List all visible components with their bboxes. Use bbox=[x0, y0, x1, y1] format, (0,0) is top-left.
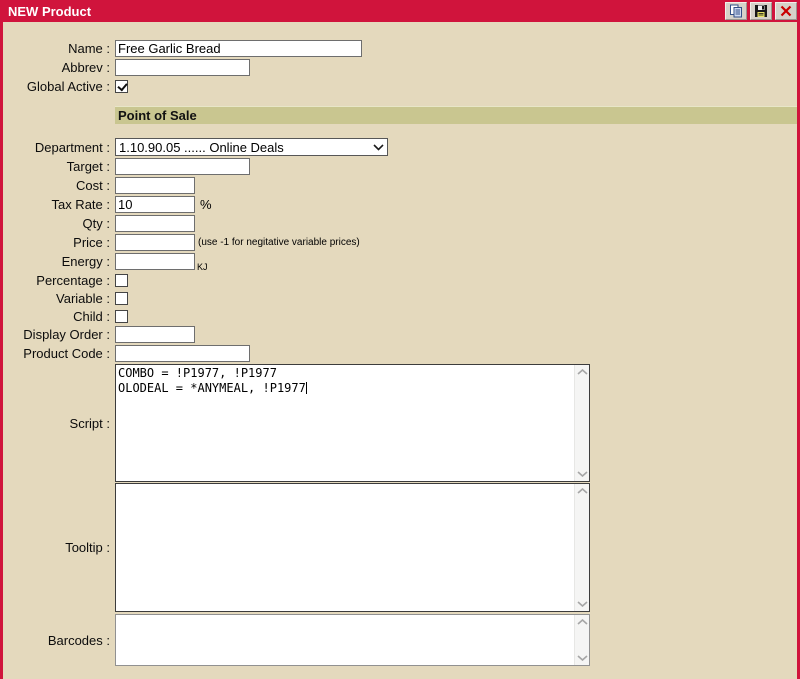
price-input[interactable] bbox=[115, 234, 195, 251]
form-content: Name : Abbrev : Global Active : Point of… bbox=[0, 22, 800, 679]
cost-label: Cost : bbox=[3, 178, 110, 193]
save-icon bbox=[754, 4, 768, 18]
abbrev-input[interactable] bbox=[115, 59, 250, 76]
target-input[interactable] bbox=[115, 158, 250, 175]
department-selected-value: 1.10.90.05 ...... Online Deals bbox=[119, 140, 373, 155]
global-active-checkbox[interactable] bbox=[115, 80, 128, 93]
child-checkbox[interactable] bbox=[115, 310, 128, 323]
tax-rate-label: Tax Rate : bbox=[3, 197, 110, 212]
global-active-row: Global Active : bbox=[3, 78, 797, 94]
cost-row: Cost : bbox=[3, 177, 797, 194]
barcodes-textarea[interactable] bbox=[115, 614, 590, 666]
close-icon bbox=[779, 4, 793, 18]
titlebar: NEW Product bbox=[0, 0, 800, 22]
tooltip-row: Tooltip : bbox=[3, 483, 797, 612]
target-row: Target : bbox=[3, 158, 797, 175]
child-label: Child : bbox=[3, 309, 110, 324]
copy-button[interactable] bbox=[725, 2, 747, 20]
child-row: Child : bbox=[3, 308, 797, 324]
scroll-down-icon[interactable] bbox=[577, 471, 588, 477]
tax-rate-row: Tax Rate : % bbox=[3, 196, 797, 213]
percentage-label: Percentage : bbox=[3, 273, 110, 288]
percentage-checkbox[interactable] bbox=[115, 274, 128, 287]
tooltip-label: Tooltip : bbox=[3, 540, 110, 555]
chevron-down-icon bbox=[373, 144, 384, 151]
barcodes-row: Barcodes : bbox=[3, 614, 797, 666]
product-code-input[interactable] bbox=[115, 345, 250, 362]
barcodes-scrollbar[interactable] bbox=[574, 615, 589, 665]
display-order-label: Display Order : bbox=[3, 327, 110, 342]
script-row: Script : COMBO = !P1977, !P1977 OLODEAL … bbox=[3, 364, 797, 482]
variable-row: Variable : bbox=[3, 290, 797, 306]
energy-unit: KJ bbox=[197, 262, 208, 272]
dialog-title: NEW Product bbox=[8, 4, 722, 19]
department-label: Department : bbox=[3, 140, 110, 155]
script-text: COMBO = !P1977, !P1977 OLODEAL = *ANYMEA… bbox=[116, 365, 574, 481]
percentage-row: Percentage : bbox=[3, 272, 797, 288]
barcodes-label: Barcodes : bbox=[3, 633, 110, 648]
tooltip-text bbox=[116, 484, 574, 611]
copy-icon bbox=[729, 4, 743, 18]
name-row: Name : bbox=[3, 40, 797, 57]
new-product-dialog: NEW Product bbox=[0, 0, 800, 679]
scroll-up-icon[interactable] bbox=[577, 619, 588, 625]
section-title: Point of Sale bbox=[118, 108, 197, 123]
save-button[interactable] bbox=[750, 2, 772, 20]
energy-input[interactable] bbox=[115, 253, 195, 270]
abbrev-label: Abbrev : bbox=[3, 60, 110, 75]
name-input[interactable] bbox=[115, 40, 362, 57]
qty-input[interactable] bbox=[115, 215, 195, 232]
qty-label: Qty : bbox=[3, 216, 110, 231]
scroll-down-icon[interactable] bbox=[577, 655, 588, 661]
variable-label: Variable : bbox=[3, 291, 110, 306]
product-code-row: Product Code : bbox=[3, 345, 797, 362]
variable-checkbox[interactable] bbox=[115, 292, 128, 305]
tax-rate-input[interactable] bbox=[115, 196, 195, 213]
cost-input[interactable] bbox=[115, 177, 195, 194]
section-point-of-sale: Point of Sale bbox=[115, 106, 797, 124]
energy-row: Energy : KJ bbox=[3, 253, 797, 270]
qty-row: Qty : bbox=[3, 215, 797, 232]
abbrev-row: Abbrev : bbox=[3, 59, 797, 76]
global-active-label: Global Active : bbox=[3, 79, 110, 94]
energy-label: Energy : bbox=[3, 254, 110, 269]
tax-rate-unit: % bbox=[200, 197, 212, 212]
department-select[interactable]: 1.10.90.05 ...... Online Deals bbox=[115, 138, 388, 156]
scroll-down-icon[interactable] bbox=[577, 601, 588, 607]
text-caret bbox=[306, 382, 307, 394]
price-row: Price : (use -1 for negitative variable … bbox=[3, 234, 797, 251]
scroll-up-icon[interactable] bbox=[577, 369, 588, 375]
script-label: Script : bbox=[3, 416, 110, 431]
product-code-label: Product Code : bbox=[3, 346, 110, 361]
close-button[interactable] bbox=[775, 2, 797, 20]
script-textarea[interactable]: COMBO = !P1977, !P1977 OLODEAL = *ANYMEA… bbox=[115, 364, 590, 482]
scroll-up-icon[interactable] bbox=[577, 488, 588, 494]
name-label: Name : bbox=[3, 41, 110, 56]
display-order-row: Display Order : bbox=[3, 326, 797, 343]
target-label: Target : bbox=[3, 159, 110, 174]
price-note: (use -1 for negitative variable prices) bbox=[198, 237, 360, 248]
display-order-input[interactable] bbox=[115, 326, 195, 343]
script-scrollbar[interactable] bbox=[574, 365, 589, 481]
tooltip-scrollbar[interactable] bbox=[574, 484, 589, 611]
tooltip-textarea[interactable] bbox=[115, 483, 590, 612]
price-label: Price : bbox=[3, 235, 110, 250]
department-row: Department : 1.10.90.05 ...... Online De… bbox=[3, 138, 797, 156]
barcodes-text bbox=[116, 615, 574, 665]
